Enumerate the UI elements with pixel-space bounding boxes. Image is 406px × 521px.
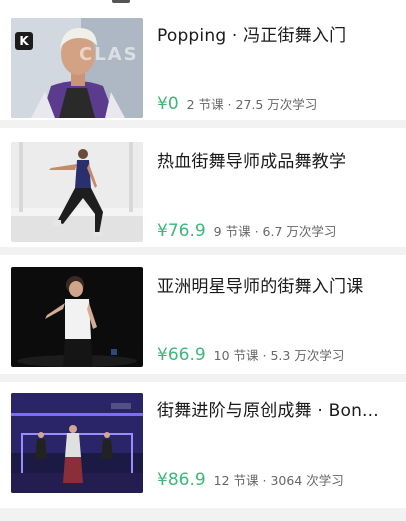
course-title[interactable]: 亚洲明星导师的街舞入门课 [157,272,398,297]
divider [0,374,406,382]
course-meta-row: ¥66.9 10 节课 · 5.3 万次学习 [157,345,398,369]
course-meta-row: ¥76.9 9 节课 · 6.7 万次学习 [157,221,398,245]
course-meta-row: ¥0 2 节课 · 27.5 万次学习 [157,94,398,118]
course-title[interactable]: Popping · 冯正街舞入门 [157,21,398,46]
course-thumbnail[interactable] [11,393,143,493]
course-title[interactable]: 街舞进阶与原创成舞 · Bon... [157,396,398,421]
course-stats: 12 节课 · 3064 次学习 [213,473,344,488]
course-card-hot-blood[interactable]: 热血街舞导师成品舞教学 ¥76.9 9 节课 · 6.7 万次学习 [0,128,406,250]
course-thumbnail[interactable] [11,267,143,367]
course-stats: 9 节课 · 6.7 万次学习 [213,224,337,239]
course-stats: 10 节课 · 5.3 万次学习 [213,348,345,363]
divider [0,247,406,255]
course-price: ¥86.9 [157,470,206,490]
course-card-popping[interactable]: K CLAS Popping · 冯正街舞入门 ¥0 2 节课 · 27.5 万… [0,14,406,136]
course-card-bonus[interactable]: 街舞进阶与原创成舞 · Bon... ¥86.9 12 节课 · 3064 次学… [0,382,406,504]
top-indicator [112,0,130,3]
course-stats: 2 节课 · 27.5 万次学习 [186,97,318,112]
course-price: ¥76.9 [157,221,206,241]
course-meta-row: ¥86.9 12 节课 · 3064 次学习 [157,470,398,494]
divider [0,120,406,128]
divider [0,508,406,521]
course-title[interactable]: 热血街舞导师成品舞教学 [157,147,398,172]
course-thumbnail[interactable] [11,142,143,242]
course-card-asia-star[interactable]: 亚洲明星导师的街舞入门课 ¥66.9 10 节课 · 5.3 万次学习 [0,255,406,377]
course-price: ¥66.9 [157,345,206,365]
thumbnail-watermark-text: CLAS [79,44,139,65]
course-thumbnail[interactable]: K CLAS [11,18,143,118]
course-price: ¥0 [157,94,179,114]
brand-badge: K [15,32,33,50]
